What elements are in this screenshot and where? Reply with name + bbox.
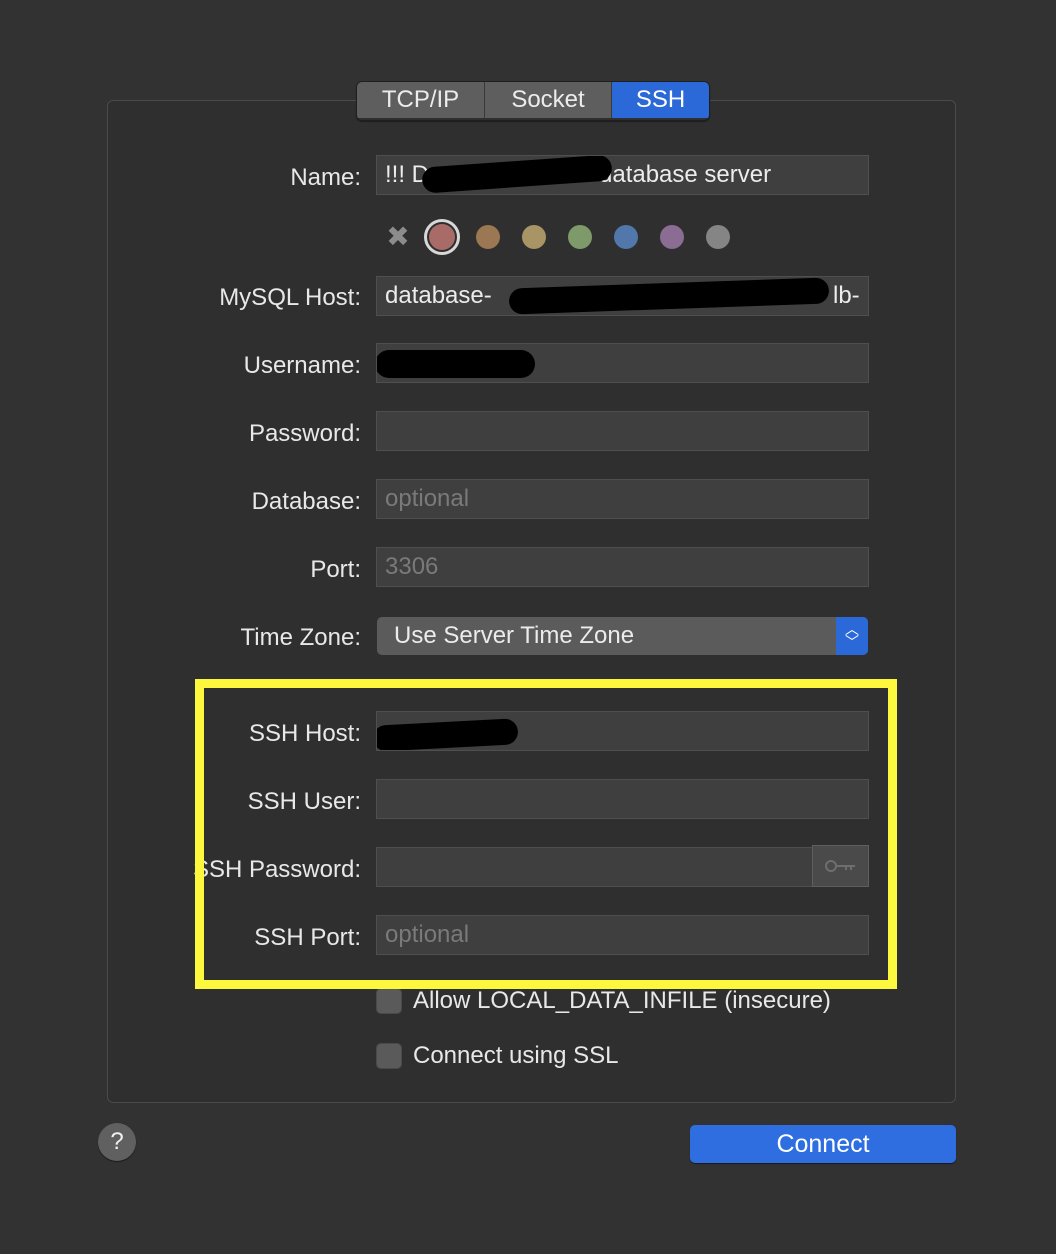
allow-local-data-infile-checkbox[interactable] [376, 988, 402, 1014]
color-swatch-orange[interactable] [476, 225, 500, 249]
mysql-host-label: MySQL Host: [219, 284, 361, 311]
connect-ssl-label: Connect using SSL [413, 1042, 619, 1069]
x-icon[interactable]: ✖ [386, 220, 410, 254]
chevron-updown-icon: ︿ ﹀ [836, 617, 868, 655]
password-field[interactable] [376, 411, 869, 451]
allow-local-data-infile-label: Allow LOCAL_DATA_INFILE (insecure) [413, 987, 831, 1014]
color-swatch-red[interactable] [424, 219, 460, 255]
ssh-user-label: SSH User: [247, 788, 361, 815]
redaction-scribble [508, 277, 830, 315]
ssh-password-field[interactable] [376, 847, 813, 887]
password-label: Password: [248, 420, 361, 447]
color-swatch-yellow[interactable] [522, 225, 546, 249]
connect-button[interactable]: Connect [690, 1125, 956, 1163]
color-swatch-purple[interactable] [660, 225, 684, 249]
color-swatch-green[interactable] [568, 225, 592, 249]
redaction-scribble [377, 350, 535, 378]
database-field[interactable]: optional [376, 479, 869, 519]
timezone-label: Time Zone: [240, 624, 361, 651]
color-swatch-blue[interactable] [614, 225, 638, 249]
redaction-scribble [421, 156, 613, 194]
mysql-host-value-end: lb- [833, 282, 860, 309]
ssh-host-label: SSH Host: [248, 720, 361, 747]
color-swatch-gray[interactable] [706, 225, 730, 249]
connect-ssl-checkbox[interactable] [376, 1043, 402, 1069]
timezone-select[interactable]: Use Server Time Zone ︿ ﹀ [377, 617, 868, 655]
tab-tcpip[interactable]: TCP/IP [357, 82, 485, 118]
ssh-user-field[interactable] [376, 779, 869, 819]
username-label: Username: [243, 352, 361, 379]
tab-socket[interactable]: Socket [485, 82, 612, 118]
connection-type-tabs: TCP/IP Socket SSH [356, 81, 710, 121]
help-button[interactable]: ? [98, 1123, 136, 1161]
database-label: Database: [251, 488, 361, 515]
username-field[interactable] [376, 343, 869, 383]
name-field[interactable]: !!! D database server [376, 155, 869, 195]
allow-local-data-infile-row[interactable]: Allow LOCAL_DATA_INFILE (insecure) [376, 987, 831, 1015]
name-value-end: database server [599, 161, 772, 188]
key-button[interactable] [812, 845, 869, 887]
ssh-password-label: SSH Password: [192, 856, 361, 883]
mysql-host-field[interactable]: database- lb- [376, 276, 869, 316]
ssh-port-label: SSH Port: [254, 924, 361, 951]
redaction-scribble [377, 718, 519, 750]
timezone-value: Use Server Time Zone [394, 622, 635, 649]
connect-ssl-row[interactable]: Connect using SSL [376, 1042, 618, 1070]
mysql-host-value: database- [385, 282, 492, 309]
tab-ssh[interactable]: SSH [612, 82, 709, 118]
port-field[interactable]: 3306 [376, 547, 869, 587]
port-label: Port: [310, 556, 361, 583]
color-swatches: ✖ [386, 219, 752, 255]
ssh-port-field[interactable]: optional [376, 915, 869, 955]
name-label: Name: [290, 164, 361, 191]
key-icon [824, 860, 855, 872]
ssh-host-field[interactable] [376, 711, 869, 751]
